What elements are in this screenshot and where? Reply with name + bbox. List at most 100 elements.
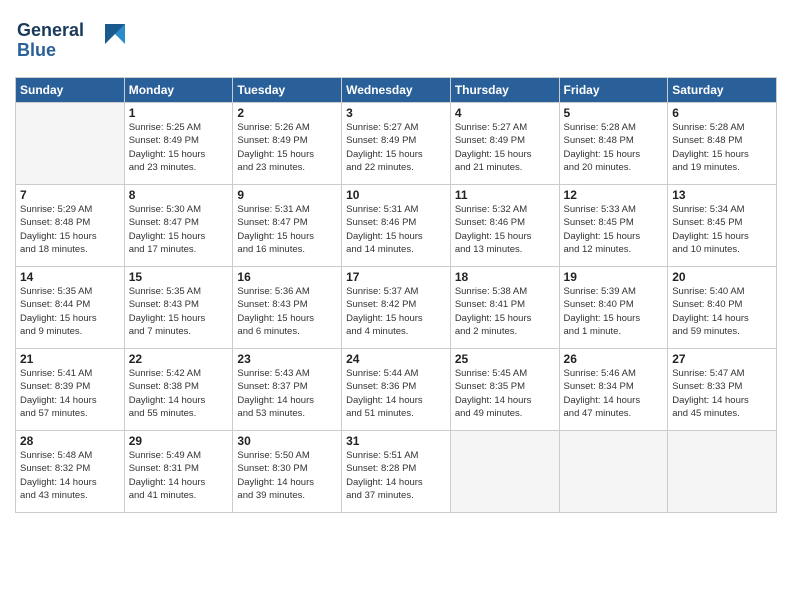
day-info: Sunrise: 5:50 AM Sunset: 8:30 PM Dayligh… bbox=[237, 449, 337, 502]
calendar-cell: 27Sunrise: 5:47 AM Sunset: 8:33 PM Dayli… bbox=[668, 349, 777, 431]
day-info: Sunrise: 5:29 AM Sunset: 8:48 PM Dayligh… bbox=[20, 203, 120, 256]
day-number: 19 bbox=[564, 270, 664, 284]
day-number: 23 bbox=[237, 352, 337, 366]
calendar-cell: 29Sunrise: 5:49 AM Sunset: 8:31 PM Dayli… bbox=[124, 431, 233, 513]
calendar-cell: 11Sunrise: 5:32 AM Sunset: 8:46 PM Dayli… bbox=[450, 185, 559, 267]
calendar-cell: 2Sunrise: 5:26 AM Sunset: 8:49 PM Daylig… bbox=[233, 103, 342, 185]
day-number: 22 bbox=[129, 352, 229, 366]
calendar-cell: 9Sunrise: 5:31 AM Sunset: 8:47 PM Daylig… bbox=[233, 185, 342, 267]
calendar-cell: 1Sunrise: 5:25 AM Sunset: 8:49 PM Daylig… bbox=[124, 103, 233, 185]
day-number: 16 bbox=[237, 270, 337, 284]
logo-text: General Blue bbox=[15, 14, 125, 69]
day-number: 28 bbox=[20, 434, 120, 448]
weekday-header-wednesday: Wednesday bbox=[342, 78, 451, 103]
day-info: Sunrise: 5:30 AM Sunset: 8:47 PM Dayligh… bbox=[129, 203, 229, 256]
calendar-cell: 8Sunrise: 5:30 AM Sunset: 8:47 PM Daylig… bbox=[124, 185, 233, 267]
day-number: 14 bbox=[20, 270, 120, 284]
day-info: Sunrise: 5:40 AM Sunset: 8:40 PM Dayligh… bbox=[672, 285, 772, 338]
calendar-cell: 14Sunrise: 5:35 AM Sunset: 8:44 PM Dayli… bbox=[16, 267, 125, 349]
day-info: Sunrise: 5:42 AM Sunset: 8:38 PM Dayligh… bbox=[129, 367, 229, 420]
calendar-cell: 24Sunrise: 5:44 AM Sunset: 8:36 PM Dayli… bbox=[342, 349, 451, 431]
day-info: Sunrise: 5:46 AM Sunset: 8:34 PM Dayligh… bbox=[564, 367, 664, 420]
day-info: Sunrise: 5:32 AM Sunset: 8:46 PM Dayligh… bbox=[455, 203, 555, 256]
day-number: 9 bbox=[237, 188, 337, 202]
day-number: 31 bbox=[346, 434, 446, 448]
day-info: Sunrise: 5:44 AM Sunset: 8:36 PM Dayligh… bbox=[346, 367, 446, 420]
header: General Blue bbox=[15, 10, 777, 69]
svg-text:General: General bbox=[17, 20, 84, 40]
calendar-cell: 19Sunrise: 5:39 AM Sunset: 8:40 PM Dayli… bbox=[559, 267, 668, 349]
day-number: 4 bbox=[455, 106, 555, 120]
calendar-table: SundayMondayTuesdayWednesdayThursdayFrid… bbox=[15, 77, 777, 513]
svg-text:Blue: Blue bbox=[17, 40, 56, 60]
calendar-cell: 25Sunrise: 5:45 AM Sunset: 8:35 PM Dayli… bbox=[450, 349, 559, 431]
day-number: 20 bbox=[672, 270, 772, 284]
calendar-cell: 12Sunrise: 5:33 AM Sunset: 8:45 PM Dayli… bbox=[559, 185, 668, 267]
day-info: Sunrise: 5:35 AM Sunset: 8:43 PM Dayligh… bbox=[129, 285, 229, 338]
calendar-week-3: 14Sunrise: 5:35 AM Sunset: 8:44 PM Dayli… bbox=[16, 267, 777, 349]
weekday-header-friday: Friday bbox=[559, 78, 668, 103]
day-info: Sunrise: 5:31 AM Sunset: 8:46 PM Dayligh… bbox=[346, 203, 446, 256]
page-container: General Blue SundayMondayTuesdayWednesda… bbox=[0, 0, 792, 523]
calendar-cell: 30Sunrise: 5:50 AM Sunset: 8:30 PM Dayli… bbox=[233, 431, 342, 513]
day-number: 11 bbox=[455, 188, 555, 202]
day-number: 3 bbox=[346, 106, 446, 120]
day-info: Sunrise: 5:43 AM Sunset: 8:37 PM Dayligh… bbox=[237, 367, 337, 420]
calendar-cell bbox=[559, 431, 668, 513]
day-info: Sunrise: 5:31 AM Sunset: 8:47 PM Dayligh… bbox=[237, 203, 337, 256]
calendar-cell: 7Sunrise: 5:29 AM Sunset: 8:48 PM Daylig… bbox=[16, 185, 125, 267]
weekday-header-monday: Monday bbox=[124, 78, 233, 103]
calendar-cell: 21Sunrise: 5:41 AM Sunset: 8:39 PM Dayli… bbox=[16, 349, 125, 431]
weekday-header-thursday: Thursday bbox=[450, 78, 559, 103]
day-number: 18 bbox=[455, 270, 555, 284]
day-info: Sunrise: 5:41 AM Sunset: 8:39 PM Dayligh… bbox=[20, 367, 120, 420]
calendar-cell: 4Sunrise: 5:27 AM Sunset: 8:49 PM Daylig… bbox=[450, 103, 559, 185]
weekday-header-sunday: Sunday bbox=[16, 78, 125, 103]
day-info: Sunrise: 5:47 AM Sunset: 8:33 PM Dayligh… bbox=[672, 367, 772, 420]
weekday-header-row: SundayMondayTuesdayWednesdayThursdayFrid… bbox=[16, 78, 777, 103]
calendar-cell: 31Sunrise: 5:51 AM Sunset: 8:28 PM Dayli… bbox=[342, 431, 451, 513]
day-number: 5 bbox=[564, 106, 664, 120]
day-number: 1 bbox=[129, 106, 229, 120]
day-info: Sunrise: 5:34 AM Sunset: 8:45 PM Dayligh… bbox=[672, 203, 772, 256]
weekday-header-saturday: Saturday bbox=[668, 78, 777, 103]
calendar-cell: 22Sunrise: 5:42 AM Sunset: 8:38 PM Dayli… bbox=[124, 349, 233, 431]
day-info: Sunrise: 5:33 AM Sunset: 8:45 PM Dayligh… bbox=[564, 203, 664, 256]
calendar-cell bbox=[450, 431, 559, 513]
day-number: 29 bbox=[129, 434, 229, 448]
calendar-cell: 3Sunrise: 5:27 AM Sunset: 8:49 PM Daylig… bbox=[342, 103, 451, 185]
day-number: 10 bbox=[346, 188, 446, 202]
day-number: 21 bbox=[20, 352, 120, 366]
day-info: Sunrise: 5:38 AM Sunset: 8:41 PM Dayligh… bbox=[455, 285, 555, 338]
calendar-cell: 10Sunrise: 5:31 AM Sunset: 8:46 PM Dayli… bbox=[342, 185, 451, 267]
day-number: 26 bbox=[564, 352, 664, 366]
day-number: 24 bbox=[346, 352, 446, 366]
day-info: Sunrise: 5:35 AM Sunset: 8:44 PM Dayligh… bbox=[20, 285, 120, 338]
day-info: Sunrise: 5:36 AM Sunset: 8:43 PM Dayligh… bbox=[237, 285, 337, 338]
calendar-cell: 26Sunrise: 5:46 AM Sunset: 8:34 PM Dayli… bbox=[559, 349, 668, 431]
logo: General Blue bbox=[15, 14, 125, 69]
day-number: 7 bbox=[20, 188, 120, 202]
day-info: Sunrise: 5:37 AM Sunset: 8:42 PM Dayligh… bbox=[346, 285, 446, 338]
day-number: 30 bbox=[237, 434, 337, 448]
day-info: Sunrise: 5:48 AM Sunset: 8:32 PM Dayligh… bbox=[20, 449, 120, 502]
day-number: 2 bbox=[237, 106, 337, 120]
calendar-cell: 15Sunrise: 5:35 AM Sunset: 8:43 PM Dayli… bbox=[124, 267, 233, 349]
weekday-header-tuesday: Tuesday bbox=[233, 78, 342, 103]
calendar-cell: 28Sunrise: 5:48 AM Sunset: 8:32 PM Dayli… bbox=[16, 431, 125, 513]
day-info: Sunrise: 5:28 AM Sunset: 8:48 PM Dayligh… bbox=[564, 121, 664, 174]
day-number: 8 bbox=[129, 188, 229, 202]
calendar-cell: 13Sunrise: 5:34 AM Sunset: 8:45 PM Dayli… bbox=[668, 185, 777, 267]
calendar-week-5: 28Sunrise: 5:48 AM Sunset: 8:32 PM Dayli… bbox=[16, 431, 777, 513]
day-number: 12 bbox=[564, 188, 664, 202]
day-info: Sunrise: 5:49 AM Sunset: 8:31 PM Dayligh… bbox=[129, 449, 229, 502]
calendar-cell bbox=[668, 431, 777, 513]
calendar-cell: 5Sunrise: 5:28 AM Sunset: 8:48 PM Daylig… bbox=[559, 103, 668, 185]
day-number: 13 bbox=[672, 188, 772, 202]
day-number: 6 bbox=[672, 106, 772, 120]
calendar-cell: 18Sunrise: 5:38 AM Sunset: 8:41 PM Dayli… bbox=[450, 267, 559, 349]
day-info: Sunrise: 5:26 AM Sunset: 8:49 PM Dayligh… bbox=[237, 121, 337, 174]
day-number: 15 bbox=[129, 270, 229, 284]
day-info: Sunrise: 5:28 AM Sunset: 8:48 PM Dayligh… bbox=[672, 121, 772, 174]
calendar-week-1: 1Sunrise: 5:25 AM Sunset: 8:49 PM Daylig… bbox=[16, 103, 777, 185]
